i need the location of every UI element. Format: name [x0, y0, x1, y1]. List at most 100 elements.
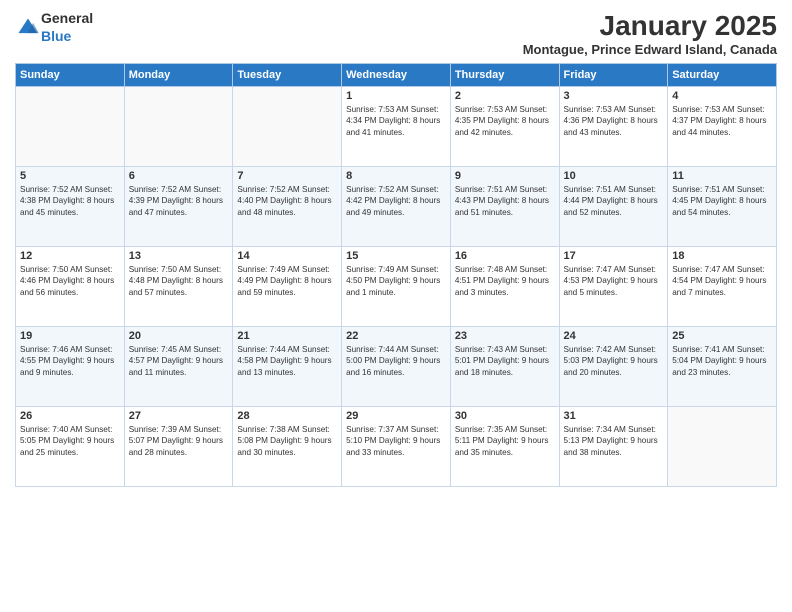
- day-number: 1: [346, 90, 446, 102]
- calendar-table: Sunday Monday Tuesday Wednesday Thursday…: [15, 63, 777, 487]
- day-number: 30: [455, 410, 555, 422]
- day-info: Sunrise: 7:42 AM Sunset: 5:03 PM Dayligh…: [564, 344, 664, 378]
- day-info: Sunrise: 7:52 AM Sunset: 4:38 PM Dayligh…: [20, 184, 120, 218]
- day-number: 7: [237, 170, 337, 182]
- day-number: 16: [455, 250, 555, 262]
- day-cell: 13 Sunrise: 7:50 AM Sunset: 4:48 PM Dayli…: [124, 247, 233, 327]
- day-cell: 17 Sunrise: 7:47 AM Sunset: 4:53 PM Dayli…: [559, 247, 668, 327]
- day-info: Sunrise: 7:46 AM Sunset: 4:55 PM Dayligh…: [20, 344, 120, 378]
- day-info: Sunrise: 7:53 AM Sunset: 4:34 PM Dayligh…: [346, 104, 446, 138]
- day-info: Sunrise: 7:47 AM Sunset: 4:53 PM Dayligh…: [564, 264, 664, 298]
- day-info: Sunrise: 7:48 AM Sunset: 4:51 PM Dayligh…: [455, 264, 555, 298]
- week-row-1: 5 Sunrise: 7:52 AM Sunset: 4:38 PM Daylig…: [16, 167, 777, 247]
- day-cell: 10 Sunrise: 7:51 AM Sunset: 4:44 PM Dayli…: [559, 167, 668, 247]
- header: General Blue January 2025 Montague, Prin…: [15, 10, 777, 57]
- day-cell: 11Sunrise: 7:51 AM Sunset: 4:45 PM Dayli…: [668, 167, 777, 247]
- day-number: 20: [129, 330, 229, 342]
- day-number: 9: [455, 170, 555, 182]
- col-wednesday: Wednesday: [342, 64, 451, 87]
- day-cell: 27Sunrise: 7:39 AM Sunset: 5:07 PM Dayli…: [124, 407, 233, 487]
- day-info: Sunrise: 7:49 AM Sunset: 4:50 PM Dayligh…: [346, 264, 446, 298]
- day-number: 14: [237, 250, 337, 262]
- day-number: 31: [564, 410, 664, 422]
- day-cell: 1 Sunrise: 7:53 AM Sunset: 4:34 PM Daylig…: [342, 87, 451, 167]
- day-cell: 31 Sunrise: 7:34 AM Sunset: 5:13 PM Dayli…: [559, 407, 668, 487]
- day-info: Sunrise: 7:44 AM Sunset: 4:58 PM Dayligh…: [237, 344, 337, 378]
- day-number: 28: [237, 410, 337, 422]
- day-number: 8: [346, 170, 446, 182]
- day-cell: 14Sunrise: 7:49 AM Sunset: 4:49 PM Dayli…: [233, 247, 342, 327]
- day-number: 26: [20, 410, 120, 422]
- logo-general: General: [41, 10, 93, 26]
- day-info: Sunrise: 7:37 AM Sunset: 5:10 PM Dayligh…: [346, 424, 446, 458]
- day-info: Sunrise: 7:52 AM Sunset: 4:40 PM Dayligh…: [237, 184, 337, 218]
- day-cell: 12Sunrise: 7:50 AM Sunset: 4:46 PM Dayli…: [16, 247, 125, 327]
- day-number: 23: [455, 330, 555, 342]
- day-info: Sunrise: 7:50 AM Sunset: 4:48 PM Dayligh…: [129, 264, 229, 298]
- day-number: 25: [672, 330, 772, 342]
- day-info: Sunrise: 7:53 AM Sunset: 4:35 PM Dayligh…: [455, 104, 555, 138]
- day-number: 5: [20, 170, 120, 182]
- day-info: Sunrise: 7:53 AM Sunset: 4:36 PM Dayligh…: [564, 104, 664, 138]
- day-info: Sunrise: 7:43 AM Sunset: 5:01 PM Dayligh…: [455, 344, 555, 378]
- location-title: Montague, Prince Edward Island, Canada: [523, 42, 777, 57]
- day-cell: 2 Sunrise: 7:53 AM Sunset: 4:35 PM Daylig…: [450, 87, 559, 167]
- day-info: Sunrise: 7:40 AM Sunset: 5:05 PM Dayligh…: [20, 424, 120, 458]
- day-info: Sunrise: 7:44 AM Sunset: 5:00 PM Dayligh…: [346, 344, 446, 378]
- week-row-4: 26 Sunrise: 7:40 AM Sunset: 5:05 PM Dayli…: [16, 407, 777, 487]
- day-info: Sunrise: 7:52 AM Sunset: 4:42 PM Dayligh…: [346, 184, 446, 218]
- day-cell: [668, 407, 777, 487]
- day-number: 13: [129, 250, 229, 262]
- day-info: Sunrise: 7:34 AM Sunset: 5:13 PM Dayligh…: [564, 424, 664, 458]
- day-cell: 3 Sunrise: 7:53 AM Sunset: 4:36 PM Daylig…: [559, 87, 668, 167]
- logo-blue: Blue: [41, 28, 71, 44]
- day-info: Sunrise: 7:35 AM Sunset: 5:11 PM Dayligh…: [455, 424, 555, 458]
- day-cell: 25 Sunrise: 7:41 AM Sunset: 5:04 PM Dayli…: [668, 327, 777, 407]
- day-number: 24: [564, 330, 664, 342]
- day-number: 6: [129, 170, 229, 182]
- day-cell: 19Sunrise: 7:46 AM Sunset: 4:55 PM Dayli…: [16, 327, 125, 407]
- day-info: Sunrise: 7:53 AM Sunset: 4:37 PM Dayligh…: [672, 104, 772, 138]
- day-cell: 5 Sunrise: 7:52 AM Sunset: 4:38 PM Daylig…: [16, 167, 125, 247]
- week-row-2: 12Sunrise: 7:50 AM Sunset: 4:46 PM Dayli…: [16, 247, 777, 327]
- day-cell: 8 Sunrise: 7:52 AM Sunset: 4:42 PM Daylig…: [342, 167, 451, 247]
- title-block: January 2025 Montague, Prince Edward Isl…: [523, 10, 777, 57]
- day-info: Sunrise: 7:39 AM Sunset: 5:07 PM Dayligh…: [129, 424, 229, 458]
- col-monday: Monday: [124, 64, 233, 87]
- day-cell: 4 Sunrise: 7:53 AM Sunset: 4:37 PM Daylig…: [668, 87, 777, 167]
- logo: General Blue: [15, 10, 93, 46]
- col-sunday: Sunday: [16, 64, 125, 87]
- day-cell: 21 Sunrise: 7:44 AM Sunset: 4:58 PM Dayli…: [233, 327, 342, 407]
- day-cell: 28 Sunrise: 7:38 AM Sunset: 5:08 PM Dayli…: [233, 407, 342, 487]
- day-info: Sunrise: 7:41 AM Sunset: 5:04 PM Dayligh…: [672, 344, 772, 378]
- day-cell: [233, 87, 342, 167]
- day-cell: 15Sunrise: 7:49 AM Sunset: 4:50 PM Dayli…: [342, 247, 451, 327]
- col-friday: Friday: [559, 64, 668, 87]
- day-number: 11: [672, 170, 772, 182]
- day-number: 10: [564, 170, 664, 182]
- day-number: 3: [564, 90, 664, 102]
- day-info: Sunrise: 7:38 AM Sunset: 5:08 PM Dayligh…: [237, 424, 337, 458]
- header-row: Sunday Monday Tuesday Wednesday Thursday…: [16, 64, 777, 87]
- logo-text: General Blue: [41, 10, 93, 46]
- day-number: 18: [672, 250, 772, 262]
- week-row-0: 1 Sunrise: 7:53 AM Sunset: 4:34 PM Daylig…: [16, 87, 777, 167]
- week-row-3: 19Sunrise: 7:46 AM Sunset: 4:55 PM Dayli…: [16, 327, 777, 407]
- day-cell: 18Sunrise: 7:47 AM Sunset: 4:54 PM Dayli…: [668, 247, 777, 327]
- day-info: Sunrise: 7:50 AM Sunset: 4:46 PM Dayligh…: [20, 264, 120, 298]
- day-cell: 7 Sunrise: 7:52 AM Sunset: 4:40 PM Daylig…: [233, 167, 342, 247]
- col-saturday: Saturday: [668, 64, 777, 87]
- logo-icon: [17, 17, 39, 39]
- day-number: 21: [237, 330, 337, 342]
- day-cell: 26 Sunrise: 7:40 AM Sunset: 5:05 PM Dayli…: [16, 407, 125, 487]
- day-cell: 22Sunrise: 7:44 AM Sunset: 5:00 PM Dayli…: [342, 327, 451, 407]
- day-cell: 6Sunrise: 7:52 AM Sunset: 4:39 PM Daylig…: [124, 167, 233, 247]
- day-cell: 16 Sunrise: 7:48 AM Sunset: 4:51 PM Dayli…: [450, 247, 559, 327]
- day-number: 4: [672, 90, 772, 102]
- day-info: Sunrise: 7:51 AM Sunset: 4:43 PM Dayligh…: [455, 184, 555, 218]
- day-cell: 23 Sunrise: 7:43 AM Sunset: 5:01 PM Dayli…: [450, 327, 559, 407]
- day-number: 17: [564, 250, 664, 262]
- day-cell: 24 Sunrise: 7:42 AM Sunset: 5:03 PM Dayli…: [559, 327, 668, 407]
- day-info: Sunrise: 7:51 AM Sunset: 4:44 PM Dayligh…: [564, 184, 664, 218]
- day-number: 2: [455, 90, 555, 102]
